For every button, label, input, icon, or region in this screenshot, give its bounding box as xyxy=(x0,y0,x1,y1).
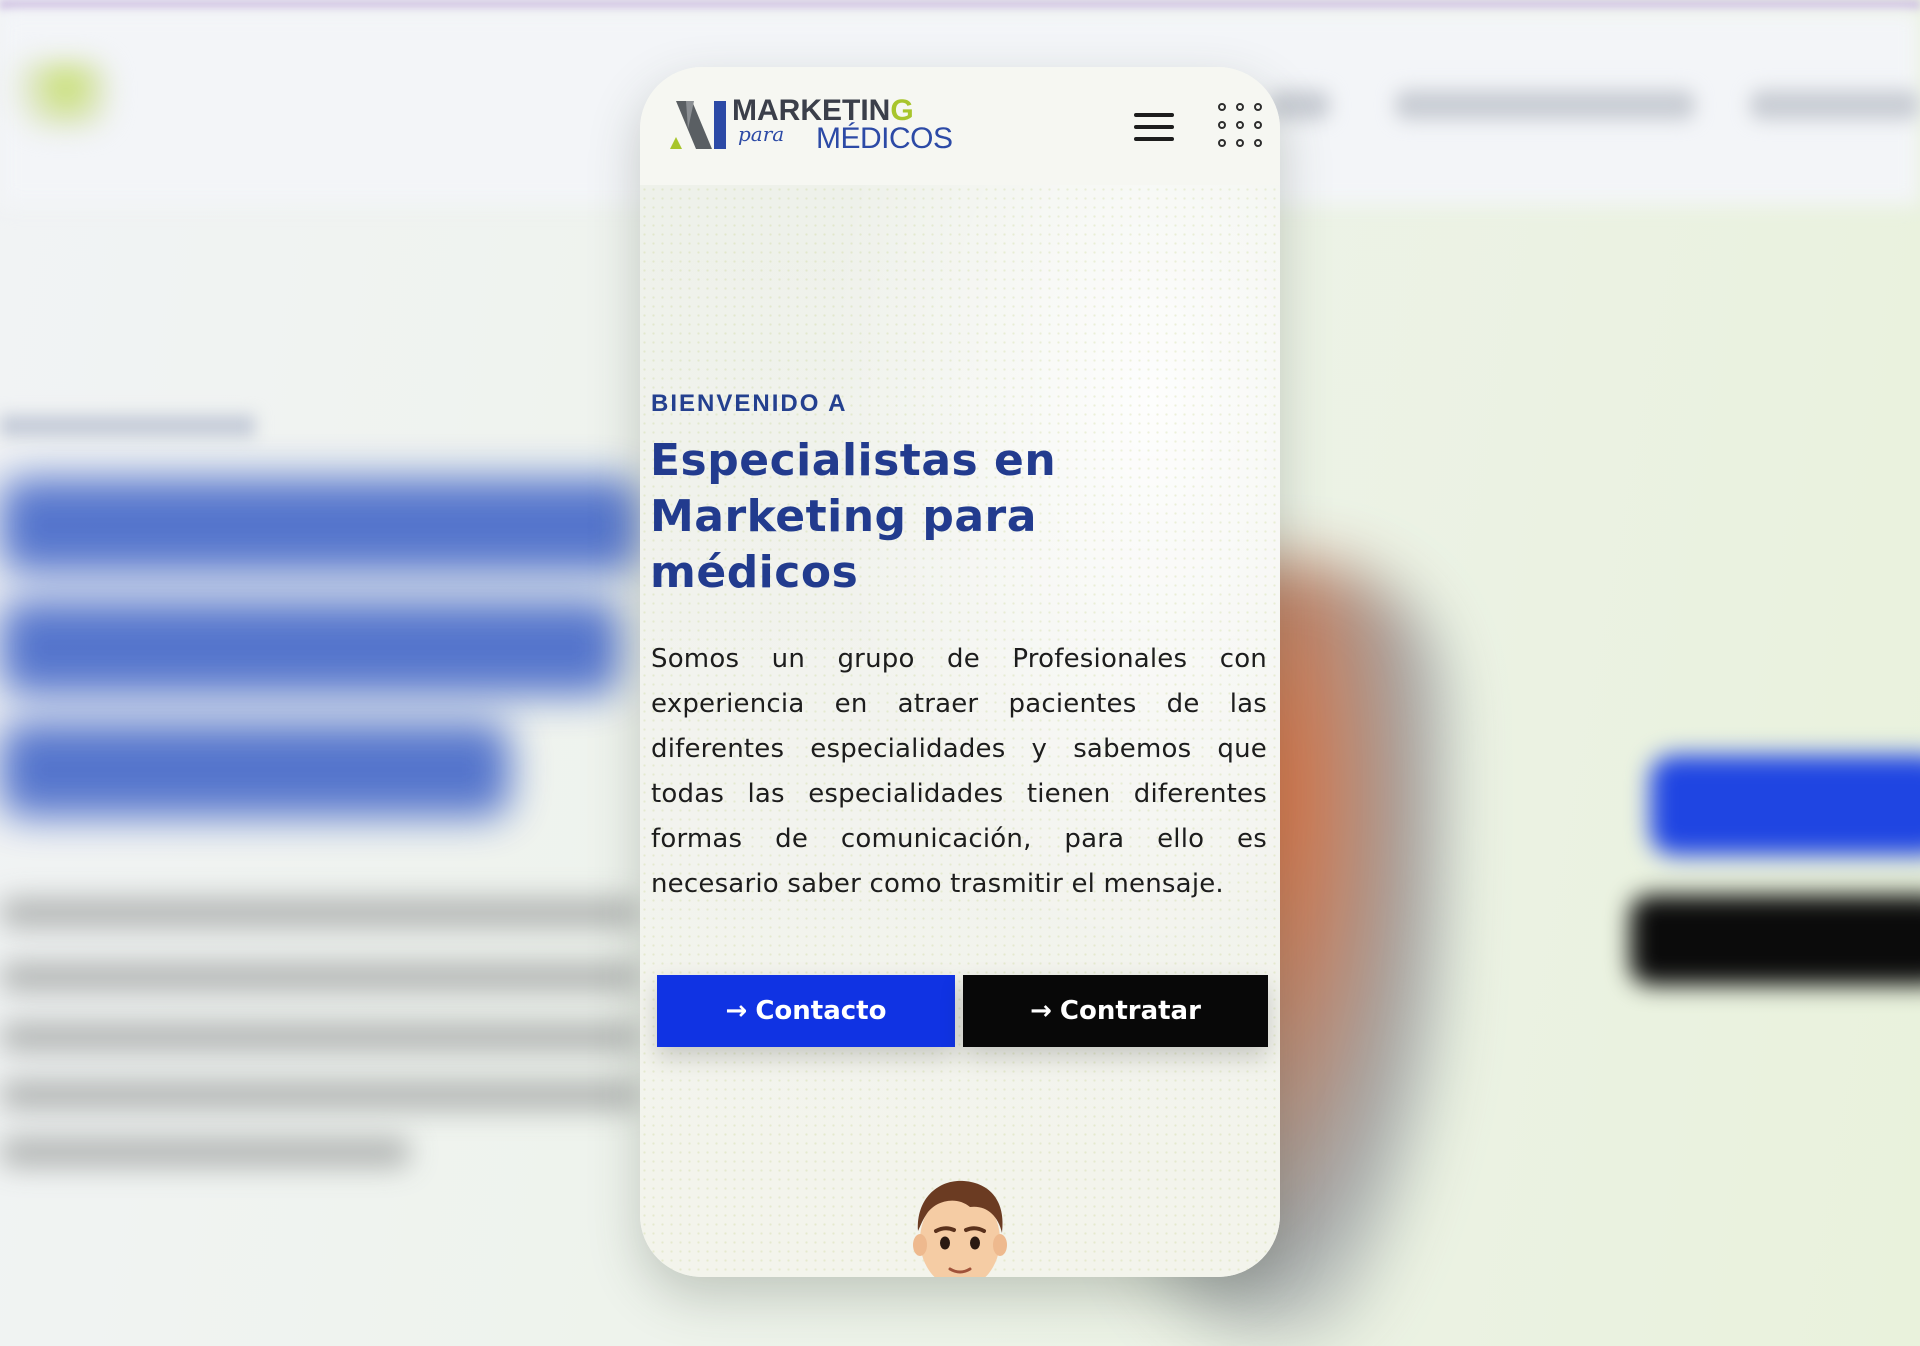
grid-dot xyxy=(1218,121,1226,129)
background-paragraph-line xyxy=(0,962,640,992)
logo-word-medicos: MÉDICOS xyxy=(816,122,953,155)
contact-button[interactable]: → Contacto xyxy=(657,975,955,1047)
grid-dots-button[interactable] xyxy=(1216,101,1264,149)
grid-dot xyxy=(1218,139,1226,147)
background-nav-item xyxy=(1750,90,1920,120)
background-paragraph-line xyxy=(0,1022,640,1052)
hamburger-menu-icon-bar xyxy=(1134,125,1174,129)
background-title-line xyxy=(0,600,620,695)
hero-section: BIENVENIDO A Especialistas en Marketing … xyxy=(640,185,1280,1277)
grid-dot xyxy=(1236,121,1244,129)
site-header: MARKETING para MÉDICOS xyxy=(640,67,1280,185)
doctor-character-illustration xyxy=(913,1180,1007,1277)
logo-word-para: para xyxy=(738,122,785,146)
background-paragraph-line xyxy=(0,1080,640,1110)
grid-dot xyxy=(1254,103,1262,111)
grid-dot xyxy=(1254,121,1262,129)
contact-button-label: Contacto xyxy=(755,996,887,1026)
grid-dot xyxy=(1254,139,1262,147)
hero-description: Somos un grupo de Profesionales con expe… xyxy=(651,644,1267,899)
background-paragraph-line xyxy=(0,898,640,928)
hero-eyebrow: BIENVENIDO A xyxy=(651,390,848,417)
grid-dot xyxy=(1236,139,1244,147)
grid-dot xyxy=(1218,103,1226,111)
site-logo[interactable]: MARKETING para MÉDICOS xyxy=(666,93,953,159)
mobile-screen: MARKETING para MÉDICOS BIENVENIDO A Espe… xyxy=(640,67,1280,1277)
hero-title: Especialistas en Marketing para médicos xyxy=(650,435,1057,598)
background-nav-item xyxy=(1395,90,1695,120)
grid-dot xyxy=(1236,103,1244,111)
background-logo xyxy=(0,60,110,130)
logo-mark-icon xyxy=(670,101,726,149)
hamburger-menu-button[interactable] xyxy=(1130,107,1178,147)
background-eyebrow xyxy=(0,415,255,437)
background-top-bar xyxy=(0,0,1920,10)
hamburger-menu-icon xyxy=(1134,113,1174,117)
background-title-line xyxy=(0,722,510,817)
arrow-right-icon: → xyxy=(1030,996,1052,1026)
background-title-line xyxy=(0,478,640,573)
background-paragraph-line xyxy=(0,1137,410,1167)
hire-button-label: Contratar xyxy=(1059,996,1201,1026)
background-button xyxy=(1630,895,1920,985)
background-button xyxy=(1650,755,1920,855)
hire-button[interactable]: → Contratar xyxy=(963,975,1268,1047)
hamburger-menu-icon-bar xyxy=(1134,137,1174,141)
arrow-right-icon: → xyxy=(725,996,748,1026)
